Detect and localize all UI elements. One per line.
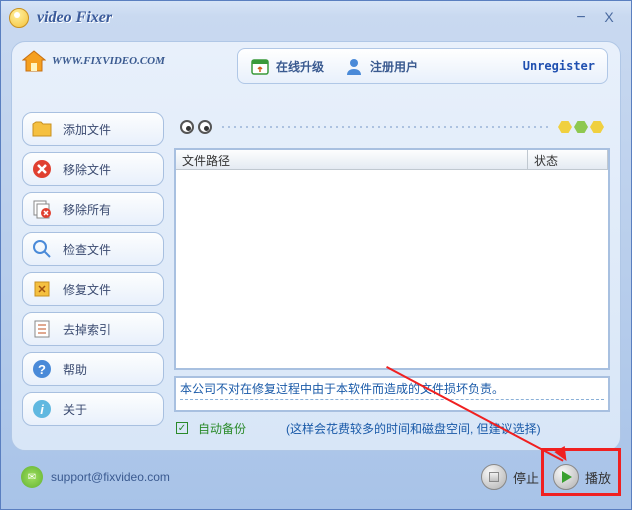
decoration-row — [174, 112, 610, 142]
titlebar: video Fixer − X — [1, 1, 631, 35]
upgrade-button[interactable]: 在线升级 — [250, 56, 324, 76]
stop-icon — [481, 464, 507, 490]
repair-icon — [31, 278, 53, 300]
svg-text:i: i — [40, 402, 44, 417]
list-body[interactable] — [176, 170, 608, 368]
sidebar-remove-file[interactable]: 移除文件 — [22, 152, 164, 186]
app-window: video Fixer − X WWW.FIXVIDEO.COM 在线升级 注册… — [0, 0, 632, 510]
sidebar-about[interactable]: i 关于 — [22, 392, 164, 426]
close-button[interactable]: X — [595, 9, 623, 27]
home-url[interactable]: WWW.FIXVIDEO.COM — [52, 55, 165, 67]
sidebar-item-label: 检查文件 — [63, 241, 155, 258]
support-email[interactable]: support@fixvideo.com — [51, 470, 467, 484]
play-icon — [553, 464, 579, 490]
auto-backup-checkbox[interactable]: ✓ — [176, 422, 188, 434]
app-icon — [9, 8, 29, 28]
folder-add-icon — [31, 118, 53, 140]
user-icon — [344, 56, 364, 76]
sidebar-item-label: 修复文件 — [63, 281, 155, 298]
sidebar-item-label: 移除文件 — [63, 161, 155, 178]
list-header: 文件路径 状态 — [176, 150, 608, 170]
sidebar-remove-all[interactable]: 移除所有 — [22, 192, 164, 226]
content-panel: WWW.FIXVIDEO.COM 在线升级 注册用户 Unregister 添加… — [11, 41, 621, 451]
about-icon: i — [31, 398, 53, 420]
options-row: ✓ 自动备份 (这样会花费较多的时间和磁盘空间, 但建议选择) — [174, 418, 610, 438]
svg-text:?: ? — [38, 362, 46, 377]
main-panel: 文件路径 状态 本公司不对在修复过程中由于本软件而造成的文件损坏负责。 ✓ 自动… — [174, 76, 610, 438]
sidebar-item-label: 去掉索引 — [63, 321, 155, 338]
unregister-link[interactable]: Unregister — [523, 59, 595, 73]
play-label: 播放 — [585, 468, 611, 487]
sidebar: 添加文件 移除文件 移除所有 检查文件 修复文件 — [22, 76, 164, 438]
sidebar-item-label: 移除所有 — [63, 201, 155, 218]
sidebar-add-file[interactable]: 添加文件 — [22, 112, 164, 146]
hex-decoration — [558, 121, 604, 133]
sidebar-item-label: 帮助 — [63, 361, 155, 378]
disclaimer-text: 本公司不对在修复过程中由于本软件而造成的文件损坏负责。 — [180, 380, 604, 400]
stop-label: 停止 — [513, 468, 539, 487]
calendar-up-icon — [250, 56, 270, 76]
index-icon — [31, 318, 53, 340]
remove-all-icon — [31, 198, 53, 220]
sidebar-item-label: 关于 — [63, 401, 155, 418]
eyes-icon — [180, 120, 212, 134]
register-label: 注册用户 — [370, 58, 418, 75]
footer: ✉ support@fixvideo.com 停止 播放 — [11, 455, 621, 499]
play-button[interactable]: 播放 — [553, 464, 611, 490]
check-icon — [31, 238, 53, 260]
minimize-button[interactable]: − — [567, 9, 595, 27]
remove-icon — [31, 158, 53, 180]
sidebar-repair-file[interactable]: 修复文件 — [22, 272, 164, 306]
sidebar-item-label: 添加文件 — [63, 121, 155, 138]
column-status[interactable]: 状态 — [528, 150, 608, 169]
help-icon: ? — [31, 358, 53, 380]
file-list[interactable]: 文件路径 状态 — [174, 148, 610, 370]
sidebar-remove-index[interactable]: 去掉索引 — [22, 312, 164, 346]
app-title: video Fixer — [37, 9, 567, 27]
upgrade-label: 在线升级 — [276, 58, 324, 75]
mail-icon: ✉ — [21, 466, 43, 488]
sidebar-check-file[interactable]: 检查文件 — [22, 232, 164, 266]
message-box: 本公司不对在修复过程中由于本软件而造成的文件损坏负责。 — [174, 376, 610, 412]
auto-backup-label[interactable]: 自动备份 — [198, 420, 246, 437]
home-icon — [22, 50, 46, 72]
sidebar-help[interactable]: ? 帮助 — [22, 352, 164, 386]
register-button[interactable]: 注册用户 — [344, 56, 418, 76]
dots-decoration — [220, 124, 550, 130]
stop-button[interactable]: 停止 — [481, 464, 539, 490]
topbar: 在线升级 注册用户 Unregister — [237, 48, 608, 84]
column-path[interactable]: 文件路径 — [176, 150, 528, 169]
